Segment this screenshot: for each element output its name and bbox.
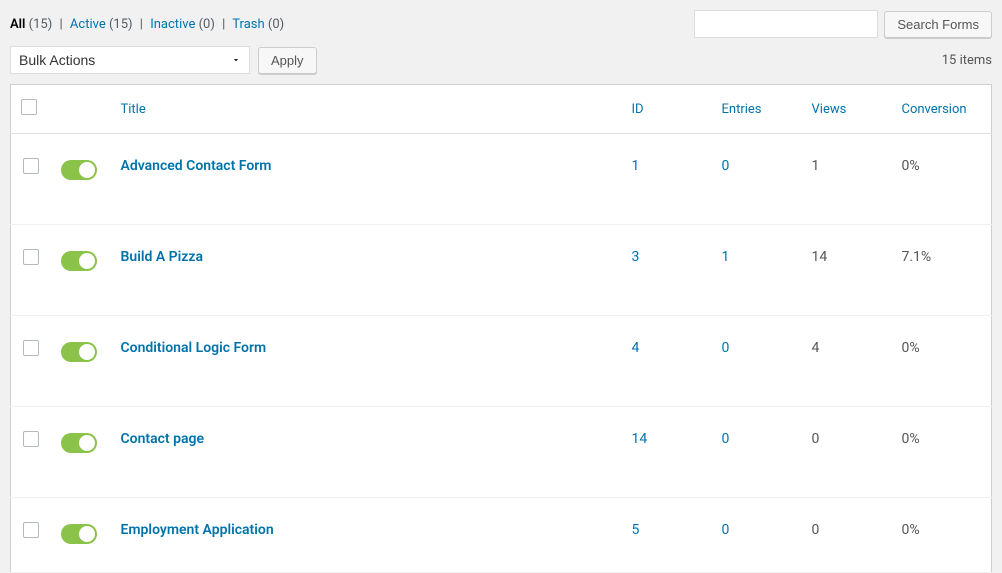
row-checkbox[interactable] [23,340,39,356]
row-checkbox[interactable] [23,249,39,265]
filter-active[interactable]: Active [70,17,106,32]
search-area: Search Forms [694,10,992,38]
form-views: 0 [812,431,820,447]
items-count: 15 items [942,53,992,68]
form-entries-link[interactable]: 0 [722,158,730,174]
column-conversion[interactable]: Conversion [902,102,967,117]
row-checkbox[interactable] [23,522,39,538]
column-title[interactable]: Title [121,102,146,117]
column-entries[interactable]: Entries [722,102,762,117]
active-toggle[interactable] [61,433,97,453]
form-conversion: 0% [902,431,920,447]
column-id[interactable]: ID [632,102,644,117]
top-bar: All (15) | Active (15) | Inactive (0) | … [0,0,1002,46]
form-id-link[interactable]: 5 [632,522,640,538]
table-row: Advanced Contact Form 1 0 1 0% [11,134,992,225]
active-toggle[interactable] [61,342,97,362]
form-views: 14 [812,249,828,265]
form-conversion: 7.1% [902,249,932,265]
active-toggle[interactable] [61,524,97,544]
form-id-link[interactable]: 14 [632,431,648,447]
form-views: 4 [812,340,820,356]
table-row: Contact page 14 0 0 0% [11,407,992,498]
forms-table: Title ID Entries Views Conversion Advanc… [10,84,992,573]
filter-all[interactable]: All [10,17,25,32]
form-conversion: 0% [902,340,920,356]
row-checkbox[interactable] [23,431,39,447]
form-title-link[interactable]: Contact page [121,431,205,447]
filter-inactive[interactable]: Inactive [150,17,195,32]
apply-button[interactable]: Apply [258,47,317,74]
form-title-link[interactable]: Build A Pizza [121,249,203,265]
filter-active-count: (15) [109,17,133,32]
table-row: Build A Pizza 3 1 14 7.1% [11,225,992,316]
status-filters: All (15) | Active (15) | Inactive (0) | … [10,17,284,32]
form-title-link[interactable]: Conditional Logic Form [121,340,267,356]
filter-inactive-count: (0) [199,17,215,32]
active-toggle[interactable] [61,251,97,271]
search-button[interactable]: Search Forms [884,11,992,38]
filter-all-count: (15) [29,17,53,32]
select-all-checkbox[interactable] [21,99,37,115]
filter-trash-count: (0) [268,17,284,32]
row-checkbox[interactable] [23,158,39,174]
form-views: 0 [812,522,820,538]
table-row: Employment Application 5 0 0 0% [11,498,992,573]
form-id-link[interactable]: 1 [632,158,640,174]
form-entries-link[interactable]: 0 [722,340,730,356]
active-toggle[interactable] [61,160,97,180]
form-title-link[interactable]: Advanced Contact Form [121,158,272,174]
column-views[interactable]: Views [812,102,847,117]
form-conversion: 0% [902,158,920,174]
form-conversion: 0% [902,522,920,538]
table-row: Conditional Logic Form 4 0 4 0% [11,316,992,407]
form-entries-link[interactable]: 0 [722,522,730,538]
form-id-link[interactable]: 4 [632,340,640,356]
form-entries-link[interactable]: 0 [722,431,730,447]
filter-trash[interactable]: Trash [232,17,264,32]
form-id-link[interactable]: 3 [632,249,640,265]
form-entries-link[interactable]: 1 [722,249,730,265]
form-views: 1 [812,158,820,174]
actions-bar: Bulk Actions Apply 15 items [0,46,1002,84]
form-title-link[interactable]: Employment Application [121,522,274,538]
search-input[interactable] [694,10,878,38]
bulk-actions-select[interactable]: Bulk Actions [10,46,250,74]
